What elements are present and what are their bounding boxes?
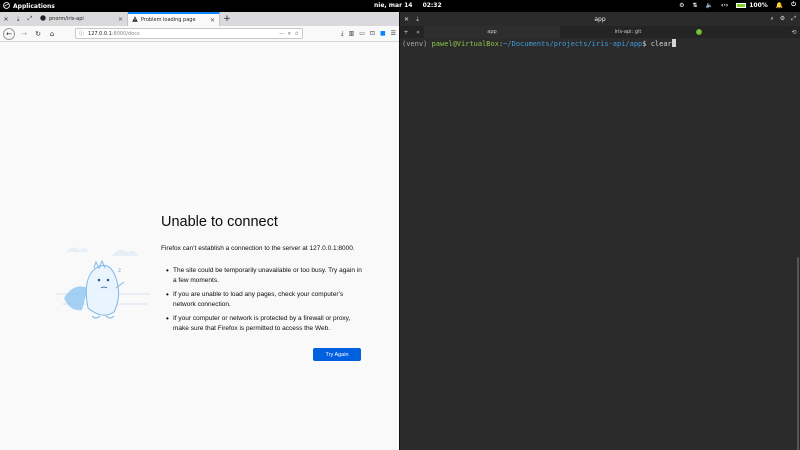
downloads-icon[interactable]: ⤓ bbox=[341, 30, 344, 38]
close-tab-icon[interactable]: ✕ bbox=[210, 17, 215, 24]
page-content: z Unable to connect Firefox can’t establ… bbox=[0, 42, 399, 450]
navigation-toolbar: ← → ↻ ⌂ ⓘ 127.0.0.1:8000/docs ··· ▿ ☆ ⤓ … bbox=[0, 26, 399, 42]
page-actions-icon[interactable]: ··· bbox=[279, 31, 284, 37]
prompt-path: ~/Documents/projects/iris-api/app bbox=[503, 40, 643, 48]
library-icon[interactable]: ▥ bbox=[349, 30, 355, 37]
gear-icon[interactable]: ⚙ bbox=[679, 2, 684, 9]
firefox-tab-bar: ✕ ⇣ ⤢ pnorm/iris-api ✕ Problem loading p… bbox=[0, 12, 399, 26]
home-button[interactable]: ⌂ bbox=[47, 29, 57, 39]
terminal-scrollbar[interactable] bbox=[797, 257, 799, 450]
notifications-icon[interactable]: 🔔 bbox=[776, 2, 783, 9]
list-item: The site could be temporarily unavailabl… bbox=[166, 266, 366, 285]
history-icon[interactable]: ⟲ bbox=[788, 29, 800, 36]
pocket-icon[interactable]: ▿ bbox=[288, 31, 291, 37]
applications-label: Applications bbox=[13, 3, 55, 10]
back-button[interactable]: ← bbox=[3, 27, 15, 40]
task-complete-check-icon: ✓ bbox=[696, 29, 702, 35]
terminal-tab-bar: + « app iris-api: git ✓ ⟲ bbox=[400, 26, 800, 38]
text-cursor bbox=[671, 39, 676, 47]
error-suggestions-list: The site could be temporarily unavailabl… bbox=[166, 266, 366, 338]
close-window-icon[interactable]: ✕ bbox=[0, 12, 12, 26]
warning-icon bbox=[132, 16, 138, 24]
bookmark-star-icon[interactable]: ☆ bbox=[295, 31, 299, 37]
terminal-tab-app[interactable]: app bbox=[424, 26, 560, 38]
tab-title: iris-api: git bbox=[614, 29, 642, 35]
screenshot-icon[interactable]: ⊡ bbox=[370, 30, 375, 37]
error-title: Unable to connect bbox=[161, 214, 278, 230]
extension-icon[interactable]: ■ bbox=[380, 30, 386, 37]
volume-icon[interactable]: 🔈 bbox=[706, 2, 713, 9]
terminal-tab-iris-api[interactable]: iris-api: git bbox=[560, 26, 696, 38]
maximize-icon[interactable]: ⤢ bbox=[24, 12, 36, 26]
top-panel: Applications nie, mar 14 02:32 ⚙ ⇅ 🔈 ‹·›… bbox=[0, 0, 800, 12]
forward-button[interactable]: → bbox=[19, 29, 29, 39]
applications-menu[interactable]: Applications bbox=[3, 2, 55, 11]
new-tab-icon[interactable]: + bbox=[400, 29, 412, 36]
new-tab-button[interactable]: + bbox=[220, 12, 234, 26]
url-host: 127.0.0.1 bbox=[88, 30, 112, 37]
battery-percentage: 100% bbox=[749, 1, 768, 9]
list-item: If your computer or network is protected… bbox=[166, 314, 366, 333]
settings-gear-icon[interactable]: ⚙ bbox=[780, 15, 785, 23]
info-icon[interactable]: ⓘ bbox=[79, 30, 84, 37]
firefox-window: ✕ ⇣ ⤢ pnorm/iris-api ✕ Problem loading p… bbox=[0, 12, 399, 450]
typed-command: clear bbox=[650, 40, 672, 48]
prompt-user-host: pawel@VirtualBox bbox=[431, 40, 499, 48]
tab-github[interactable]: pnorm/iris-api ✕ bbox=[36, 12, 128, 26]
close-tab-icon[interactable]: ✕ bbox=[118, 16, 123, 23]
prompt-venv: (venv) bbox=[402, 40, 428, 48]
prompt-symbol: $ bbox=[642, 40, 647, 48]
terminal-output[interactable]: (venv) pawel@VirtualBox:~/Documents/proj… bbox=[400, 38, 800, 450]
tab-title: pnorm/iris-api bbox=[49, 16, 84, 22]
power-icon[interactable]: ⏻ bbox=[791, 1, 796, 9]
minimize-icon[interactable]: ⇣ bbox=[12, 12, 24, 26]
terminal-titlebar: ✕ ⇣ app ⌕ ⚙ ⤢ bbox=[400, 12, 800, 26]
svg-text:z: z bbox=[118, 267, 121, 274]
github-icon bbox=[40, 15, 46, 23]
url-path: :8000/docs bbox=[111, 30, 140, 37]
window-title: app bbox=[594, 15, 606, 23]
terminal-window: ✕ ⇣ app ⌕ ⚙ ⤢ + « app iris-api: git ✓ ⟲ … bbox=[400, 12, 800, 450]
battery-icon bbox=[736, 2, 747, 8]
error-description: Firefox can’t establish a connection to … bbox=[161, 245, 355, 252]
search-icon[interactable]: ⌕ bbox=[770, 15, 773, 23]
elementary-logo-icon bbox=[3, 2, 10, 11]
network-icon[interactable]: ‹·› bbox=[721, 2, 728, 9]
tab-problem-loading[interactable]: Problem loading page ✕ bbox=[128, 12, 220, 26]
list-item: If you are unable to load any pages, che… bbox=[166, 290, 366, 309]
time-text: 02:32 bbox=[422, 2, 442, 9]
try-again-button[interactable]: Try Again bbox=[313, 348, 361, 361]
reload-button[interactable]: ↻ bbox=[33, 29, 43, 39]
datetime-indicator[interactable]: nie, mar 14 02:32 bbox=[374, 2, 442, 9]
date-text: nie, mar 14 bbox=[374, 2, 413, 9]
url-bar[interactable]: ⓘ 127.0.0.1:8000/docs ··· ▿ ☆ bbox=[75, 28, 303, 39]
tab-scroll-left-icon[interactable]: « bbox=[412, 29, 424, 36]
network-wired-icon[interactable]: ⇅ bbox=[692, 2, 697, 9]
tab-title: app bbox=[487, 29, 497, 35]
tab-title: Problem loading page bbox=[141, 17, 196, 23]
sidebar-icon[interactable]: ▭ bbox=[359, 30, 365, 37]
menu-icon[interactable]: ☰ bbox=[391, 30, 396, 37]
system-tray: ⚙ ⇅ 🔈 ‹·› 100% 🔔 ⏻ bbox=[679, 1, 796, 9]
connection-error-illustration: z bbox=[52, 238, 152, 334]
battery-indicator[interactable]: 100% bbox=[736, 2, 768, 9]
maximize-icon[interactable]: ⤢ bbox=[791, 15, 796, 23]
